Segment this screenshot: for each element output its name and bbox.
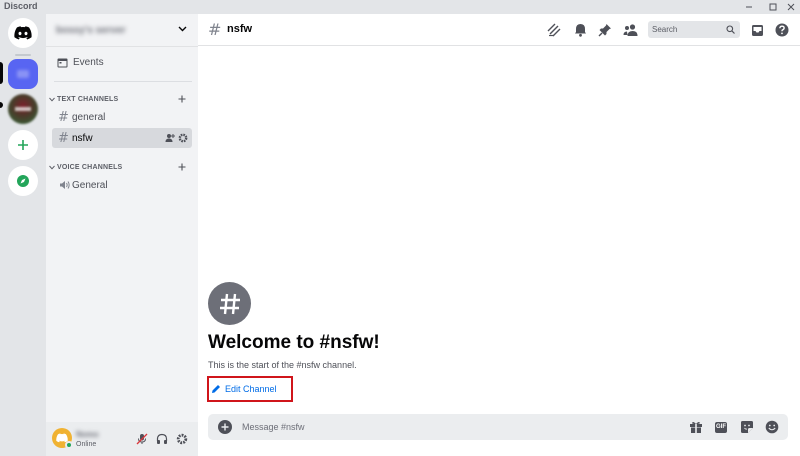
- channel-item-nsfw[interactable]: # nsfw: [52, 128, 192, 148]
- minimize-icon: [746, 6, 752, 8]
- active-server-indicator: [0, 62, 3, 84]
- add-channel-icon[interactable]: [178, 163, 186, 171]
- events-divider: [54, 81, 192, 82]
- discord-logo-icon: [14, 26, 32, 40]
- threads-icon: [547, 23, 561, 37]
- main-content: # nsfw Search Welcome to #nsfw! This is …: [198, 14, 800, 456]
- emoji-icon: [765, 420, 779, 434]
- discord-app: Discord bossy's server Events TEXT CHANN…: [0, 0, 800, 456]
- explore-button[interactable]: [8, 166, 38, 196]
- welcome-subtitle: This is the start of the #nsfw channel.: [208, 360, 357, 370]
- category-label: TEXT CHANNELS: [57, 95, 119, 103]
- invite-members-icon[interactable]: [165, 133, 175, 143]
- close-icon: [787, 3, 795, 11]
- sticker-icon: [741, 421, 753, 433]
- username: Nomo: [76, 430, 99, 439]
- gift-icon: [690, 421, 702, 433]
- channel-label: General: [72, 179, 108, 191]
- pinned-messages-button[interactable]: [597, 22, 613, 38]
- server-rail: [0, 14, 46, 456]
- server-icon: [17, 70, 29, 78]
- channel-label: nsfw: [72, 132, 93, 144]
- pencil-icon: [212, 385, 220, 393]
- maximize-button[interactable]: [766, 0, 780, 14]
- rail-separator: [15, 54, 31, 56]
- chevron-down-icon: [178, 26, 187, 32]
- server-header[interactable]: bossy's server: [46, 14, 198, 46]
- gift-button[interactable]: [688, 419, 704, 435]
- member-list-button[interactable]: [622, 22, 638, 38]
- app-title: Discord: [4, 1, 38, 11]
- search-icon: [726, 25, 735, 34]
- notifications-button[interactable]: [572, 22, 588, 38]
- edit-channel-label: Edit Channel: [225, 384, 277, 394]
- channel-label: general: [72, 111, 106, 123]
- add-channel-icon[interactable]: [178, 95, 186, 103]
- hash-icon: #: [58, 109, 69, 125]
- deafen-button[interactable]: [155, 432, 169, 446]
- user-panel: Nomo Online: [46, 422, 198, 456]
- inbox-button[interactable]: [749, 22, 765, 38]
- help-icon: [775, 23, 789, 37]
- gear-icon[interactable]: [178, 133, 188, 143]
- compass-icon: [17, 175, 29, 187]
- headphones-icon: [156, 433, 168, 444]
- search-input[interactable]: [652, 25, 724, 34]
- unread-indicator: [0, 102, 3, 108]
- edit-channel-link[interactable]: Edit Channel: [211, 381, 277, 397]
- bell-icon: [574, 24, 586, 37]
- plus-icon: [18, 140, 28, 150]
- title-bar: Discord: [0, 0, 800, 14]
- add-server-button[interactable]: [8, 130, 38, 160]
- welcome-title: Welcome to #nsfw!: [208, 332, 380, 353]
- search-box[interactable]: [648, 21, 740, 38]
- hash-icon: #: [58, 130, 69, 146]
- members-icon: [623, 24, 637, 36]
- category-label: VOICE CHANNELS: [57, 163, 123, 171]
- channel-item-voice-general[interactable]: General: [52, 175, 192, 195]
- maximize-icon: [769, 3, 777, 11]
- gear-icon: [176, 433, 188, 445]
- user-settings-button[interactable]: [175, 432, 189, 446]
- speaker-icon: [60, 181, 70, 189]
- pin-icon: [598, 24, 611, 37]
- emoji-button[interactable]: [764, 419, 780, 435]
- close-button[interactable]: [784, 0, 798, 14]
- channel-hash-avatar: [208, 282, 251, 325]
- channel-title: nsfw: [227, 23, 253, 35]
- inbox-icon: [751, 24, 763, 36]
- server-other-button[interactable]: [8, 94, 38, 124]
- chevron-down-icon: [49, 165, 55, 170]
- channel-sidebar: bossy's server Events TEXT CHANNELS # ge…: [46, 14, 198, 456]
- minimize-button[interactable]: [742, 0, 756, 14]
- hash-icon: #: [208, 20, 222, 39]
- server-image-icon: [15, 107, 31, 111]
- events-item[interactable]: Events: [52, 52, 192, 72]
- help-button[interactable]: [774, 22, 790, 38]
- server-name: bossy's server: [56, 24, 126, 36]
- channel-item-general[interactable]: # general: [52, 107, 192, 127]
- home-button[interactable]: [8, 18, 38, 48]
- plus-icon: [221, 423, 229, 431]
- gif-icon: GIF: [715, 421, 727, 433]
- attach-button[interactable]: [218, 420, 232, 434]
- channel-header: # nsfw: [198, 14, 800, 46]
- category-text-channels[interactable]: TEXT CHANNELS: [46, 92, 198, 106]
- chevron-down-icon: [49, 97, 55, 102]
- microphone-muted-icon: [136, 433, 148, 445]
- threads-button[interactable]: [546, 22, 562, 38]
- message-input[interactable]: [242, 420, 642, 434]
- online-status-dot: [65, 441, 73, 449]
- calendar-icon: [57, 58, 68, 67]
- mute-button[interactable]: [135, 432, 149, 446]
- category-voice-channels[interactable]: VOICE CHANNELS: [46, 160, 198, 174]
- sticker-button[interactable]: [739, 419, 755, 435]
- events-label: Events: [73, 56, 104, 68]
- server-active-button[interactable]: [8, 59, 38, 89]
- hash-icon: [219, 293, 240, 314]
- user-status: Online: [76, 441, 97, 448]
- gif-button[interactable]: GIF: [713, 419, 729, 435]
- header-divider: [46, 46, 198, 47]
- message-composer: GIF: [208, 414, 788, 440]
